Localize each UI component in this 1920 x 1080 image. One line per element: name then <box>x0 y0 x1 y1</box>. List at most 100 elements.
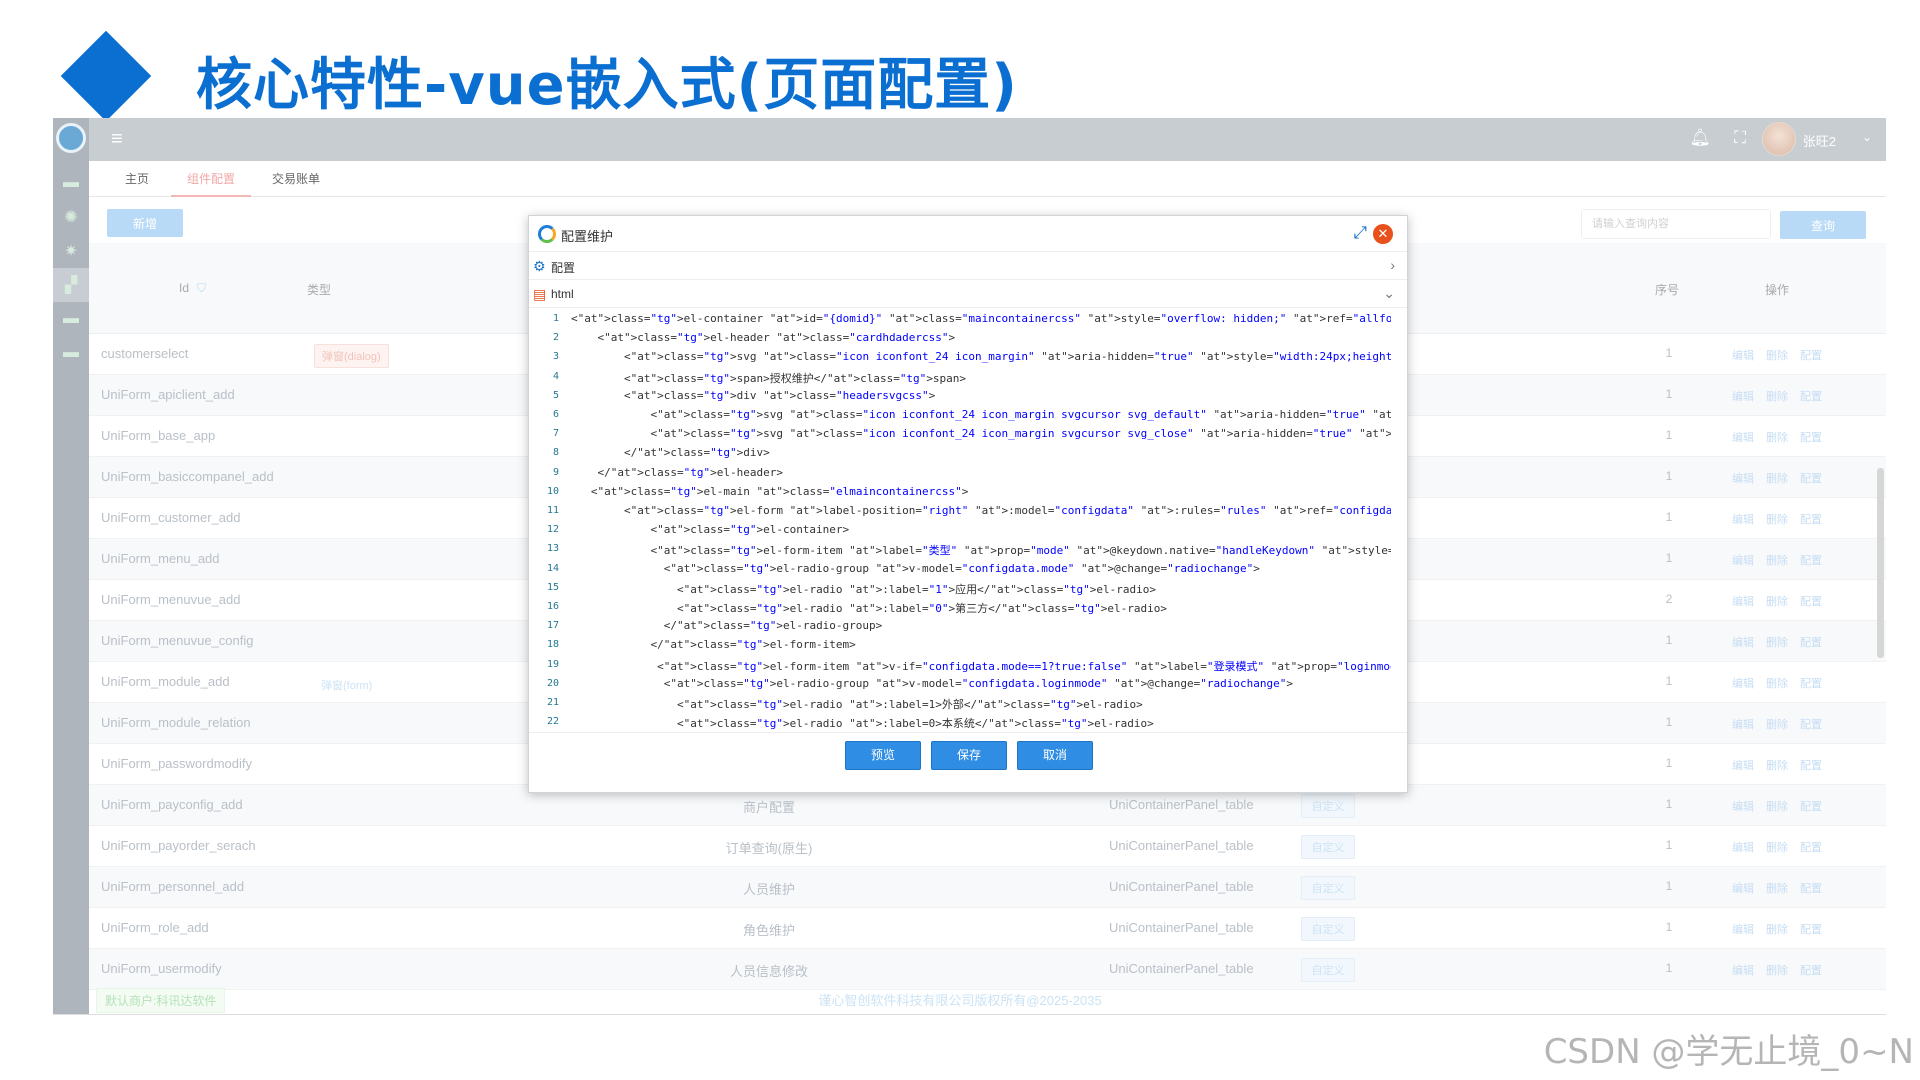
config-link[interactable]: 配置 <box>1800 839 1822 855</box>
folder-icon[interactable]: ▬ <box>53 302 89 336</box>
preview-button[interactable]: 预览 <box>845 741 921 770</box>
config-link[interactable]: 配置 <box>1800 921 1822 937</box>
delete-link[interactable]: 删除 <box>1766 388 1788 404</box>
edit-link[interactable]: 编辑 <box>1732 962 1754 978</box>
delete-link[interactable]: 删除 <box>1766 470 1788 486</box>
delete-link[interactable]: 删除 <box>1766 634 1788 650</box>
code-line[interactable]: 20 <"at">class="tg">el-radio-group "at">… <box>531 675 1391 694</box>
config-link[interactable]: 配置 <box>1800 962 1822 978</box>
section-config[interactable]: ⚙ 配置 › <box>529 252 1407 280</box>
code-line[interactable]: 12 <"at">class="tg">el-container> <box>531 521 1391 540</box>
delete-link[interactable]: 删除 <box>1766 880 1788 896</box>
delete-link[interactable]: 删除 <box>1766 593 1788 609</box>
code-editor[interactable]: 1 <"at">class="tg">el-container "at">id="… <box>531 310 1405 734</box>
cancel-button[interactable]: 取消 <box>1017 741 1093 770</box>
code-line[interactable]: 19 <"at">class="tg">el-form-item "at">v-… <box>531 656 1391 675</box>
edit-link[interactable]: 编辑 <box>1732 429 1754 445</box>
delete-link[interactable]: 删除 <box>1766 716 1788 732</box>
edit-link[interactable]: 编辑 <box>1732 921 1754 937</box>
table-row[interactable]: UniForm_role_add 角色维护 UniContainerPanel_ta… <box>89 908 1886 949</box>
edit-link[interactable]: 编辑 <box>1732 511 1754 527</box>
tab-home[interactable]: 主页 <box>109 161 165 197</box>
code-line[interactable]: 14 <"at">class="tg">el-radio-group "at">… <box>531 560 1391 579</box>
close-icon[interactable]: ✕ <box>1373 224 1393 244</box>
edit-link[interactable]: 编辑 <box>1732 798 1754 814</box>
edit-link[interactable]: 编辑 <box>1732 757 1754 773</box>
table-row[interactable]: UniForm_payorder_serach 订单查询(原生) UniContai… <box>89 826 1886 867</box>
header-id[interactable]: Id <box>179 281 189 295</box>
code-line[interactable]: 21 <"at">class="tg">el-radio "at">:label… <box>531 694 1391 713</box>
code-line[interactable]: 2 <"at">class="tg">el-header "at">class=… <box>531 329 1391 348</box>
config-link[interactable]: 配置 <box>1800 593 1822 609</box>
config-link[interactable]: 配置 <box>1800 675 1822 691</box>
code-line[interactable]: 22 <"at">class="tg">el-radio "at">:label… <box>531 713 1391 732</box>
config-link[interactable]: 配置 <box>1800 757 1822 773</box>
edit-link[interactable]: 编辑 <box>1732 675 1754 691</box>
table-row[interactable]: UniForm_personnel_add 人员维护 UniContainerPan… <box>89 867 1886 908</box>
table-row[interactable]: UniForm_usermodify 人员信息修改 UniContainerPane… <box>89 949 1886 990</box>
edit-link[interactable]: 编辑 <box>1732 593 1754 609</box>
config-link[interactable]: 配置 <box>1800 429 1822 445</box>
config-link[interactable]: 配置 <box>1800 470 1822 486</box>
user-name[interactable]: 张旺2 <box>1803 131 1836 150</box>
delete-link[interactable]: 删除 <box>1766 798 1788 814</box>
code-line[interactable]: 17 </"at">class="tg">el-radio-group> <box>531 617 1391 636</box>
star-icon[interactable]: ✷ <box>53 234 89 268</box>
config-link[interactable]: 配置 <box>1800 552 1822 568</box>
fullscreen-icon[interactable]: ⛶ <box>1734 128 1746 148</box>
delete-link[interactable]: 删除 <box>1766 347 1788 363</box>
delete-link[interactable]: 删除 <box>1766 511 1788 527</box>
code-line[interactable]: 13 <"at">class="tg">el-form-item "at">la… <box>531 540 1391 559</box>
edit-link[interactable]: 编辑 <box>1732 470 1754 486</box>
code-line[interactable]: 5 <"at">class="tg">div "at">class="heade… <box>531 387 1391 406</box>
delete-link[interactable]: 删除 <box>1766 839 1788 855</box>
code-line[interactable]: 8 </"at">class="tg">div> <box>531 444 1391 463</box>
code-line[interactable]: 7 <"at">class="tg">svg "at">class="icon … <box>531 425 1391 444</box>
gear-icon[interactable]: ✺ <box>53 200 89 234</box>
tab-component-config[interactable]: 组件配置 <box>171 161 252 197</box>
code-line[interactable]: 3 <"at">class="tg">svg "at">class="icon … <box>531 348 1391 367</box>
save-button[interactable]: 保存 <box>931 741 1007 770</box>
code-line[interactable]: 11 <"at">class="tg">el-form "at">label-p… <box>531 502 1391 521</box>
bell-icon[interactable]: 🔔︎ <box>1689 128 1711 148</box>
chevron-right-icon[interactable]: › <box>1390 257 1395 273</box>
app-logo-icon[interactable] <box>53 118 89 158</box>
edit-link[interactable]: 编辑 <box>1732 552 1754 568</box>
code-line[interactable]: 9 </"at">class="tg">el-header> <box>531 464 1391 483</box>
edit-link[interactable]: 编辑 <box>1732 634 1754 650</box>
edit-link[interactable]: 编辑 <box>1732 839 1754 855</box>
config-link[interactable]: 配置 <box>1800 880 1822 896</box>
add-button[interactable]: 新增 <box>107 209 183 237</box>
expand-icon[interactable]: ⤢ <box>1353 223 1367 243</box>
puzzle-icon[interactable]: ▞ <box>53 268 89 302</box>
delete-link[interactable]: 删除 <box>1766 962 1788 978</box>
code-line[interactable]: 6 <"at">class="tg">svg "at">class="icon … <box>531 406 1391 425</box>
config-link[interactable]: 配置 <box>1800 511 1822 527</box>
delete-link[interactable]: 删除 <box>1766 675 1788 691</box>
code-line[interactable]: 10 <"at">class="tg">el-main "at">class="… <box>531 483 1391 502</box>
filter-icon[interactable]: ⛉ <box>197 281 206 296</box>
tab-transaction-bill[interactable]: 交易账单 <box>256 161 336 197</box>
edit-link[interactable]: 编辑 <box>1732 388 1754 404</box>
menu-toggle-icon[interactable]: ≡ <box>111 128 123 150</box>
section-html[interactable]: ▤ html ⌄ <box>529 280 1407 308</box>
avatar[interactable] <box>1762 122 1796 156</box>
chevron-down-icon[interactable]: ⌄ <box>1383 285 1395 302</box>
code-line[interactable]: 4 <"at">class="tg">span>授权维护</"at">class… <box>531 368 1391 387</box>
edit-link[interactable]: 编辑 <box>1732 716 1754 732</box>
config-link[interactable]: 配置 <box>1800 798 1822 814</box>
delete-link[interactable]: 删除 <box>1766 921 1788 937</box>
code-line[interactable]: 15 <"at">class="tg">el-radio "at">:label… <box>531 579 1391 598</box>
edit-link[interactable]: 编辑 <box>1732 880 1754 896</box>
chevron-down-icon[interactable]: ⌄ <box>1862 130 1872 144</box>
config-link[interactable]: 配置 <box>1800 634 1822 650</box>
delete-link[interactable]: 删除 <box>1766 552 1788 568</box>
scrollbar[interactable] <box>1877 468 1884 658</box>
search-input[interactable] <box>1581 209 1771 239</box>
query-button[interactable]: 查询 <box>1780 211 1866 239</box>
config-link[interactable]: 配置 <box>1800 388 1822 404</box>
folder-icon[interactable]: ▬ <box>53 336 89 370</box>
code-line[interactable]: 1 <"at">class="tg">el-container "at">id="… <box>531 310 1391 329</box>
edit-link[interactable]: 编辑 <box>1732 347 1754 363</box>
delete-link[interactable]: 删除 <box>1766 429 1788 445</box>
